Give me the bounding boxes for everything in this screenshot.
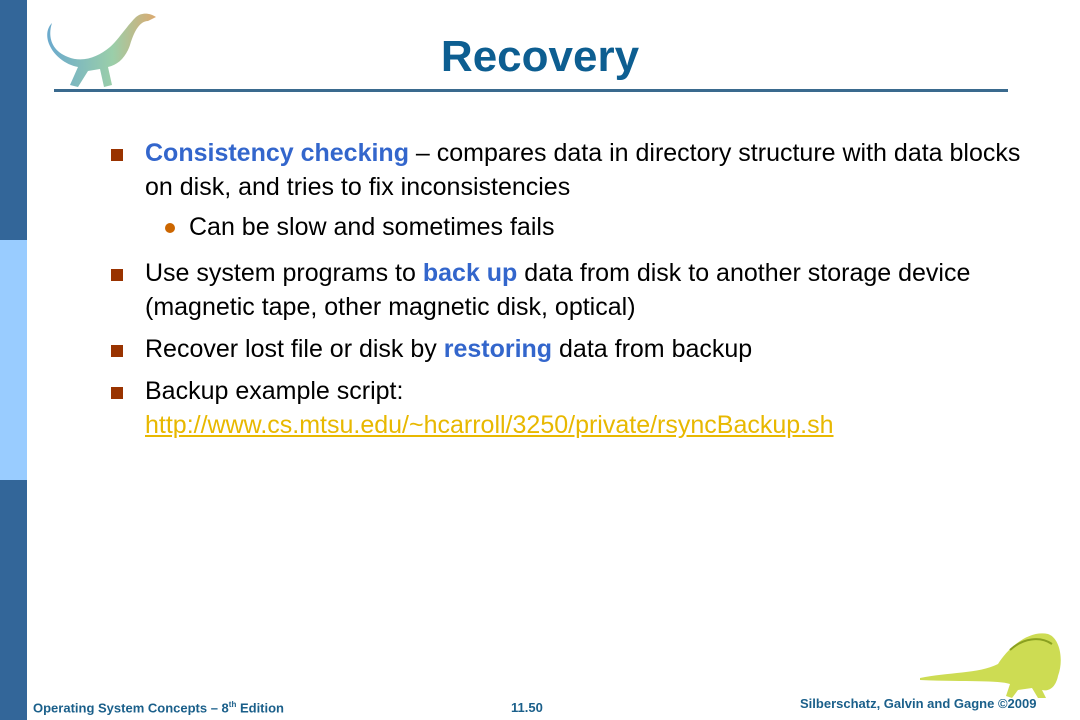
square-bullet-icon [111,387,123,399]
term-highlight: Consistency checking [145,139,409,167]
sidebar-stripe [0,0,27,720]
bullet-item: Use system programs to back up data from… [106,256,1046,324]
bullet-list: Consistency checking – compares data in … [106,136,1046,450]
square-bullet-icon [111,269,123,281]
bullet-text: Recover lost file or disk by [145,335,444,363]
page-number: 11.50 [511,700,543,715]
square-bullet-icon [111,345,123,357]
round-bullet-icon [165,223,175,233]
sub-bullet-item: Can be slow and sometimes fails [106,210,1046,244]
footer-book-title: Operating System Concepts – 8th Edition [33,700,284,715]
title-divider [54,89,1008,92]
slide-title: Recovery [440,32,640,81]
term-highlight: back up [422,259,518,287]
sub-bullet-text: Can be slow and sometimes fails [189,213,555,241]
square-bullet-icon [111,149,123,161]
bullet-item: Recover lost file or disk by restoring d… [106,332,1046,366]
footer-copyright: Silberschatz, Galvin and Gagne ©2009 [800,696,1037,711]
bullet-item: Backup example script: http://www.cs.mts… [106,374,1046,442]
footer-book-text: Operating System Concepts – 8 [33,700,229,716]
bullet-text: data from backup [552,335,753,363]
footer-book-edition: Edition [236,700,285,716]
dinosaur-footer-icon [920,633,1061,698]
bullet-item: Consistency checking – compares data in … [106,136,1046,204]
sidebar-segment-middle [0,240,27,480]
term-highlight: restoring [443,335,553,363]
sidebar-segment-bottom [0,480,27,720]
bullet-text: Use system programs to [145,259,423,287]
bullet-text: Backup example script: [145,377,404,405]
backup-script-link[interactable]: http://www.cs.mtsu.edu/~hcarroll/3250/pr… [145,411,834,439]
